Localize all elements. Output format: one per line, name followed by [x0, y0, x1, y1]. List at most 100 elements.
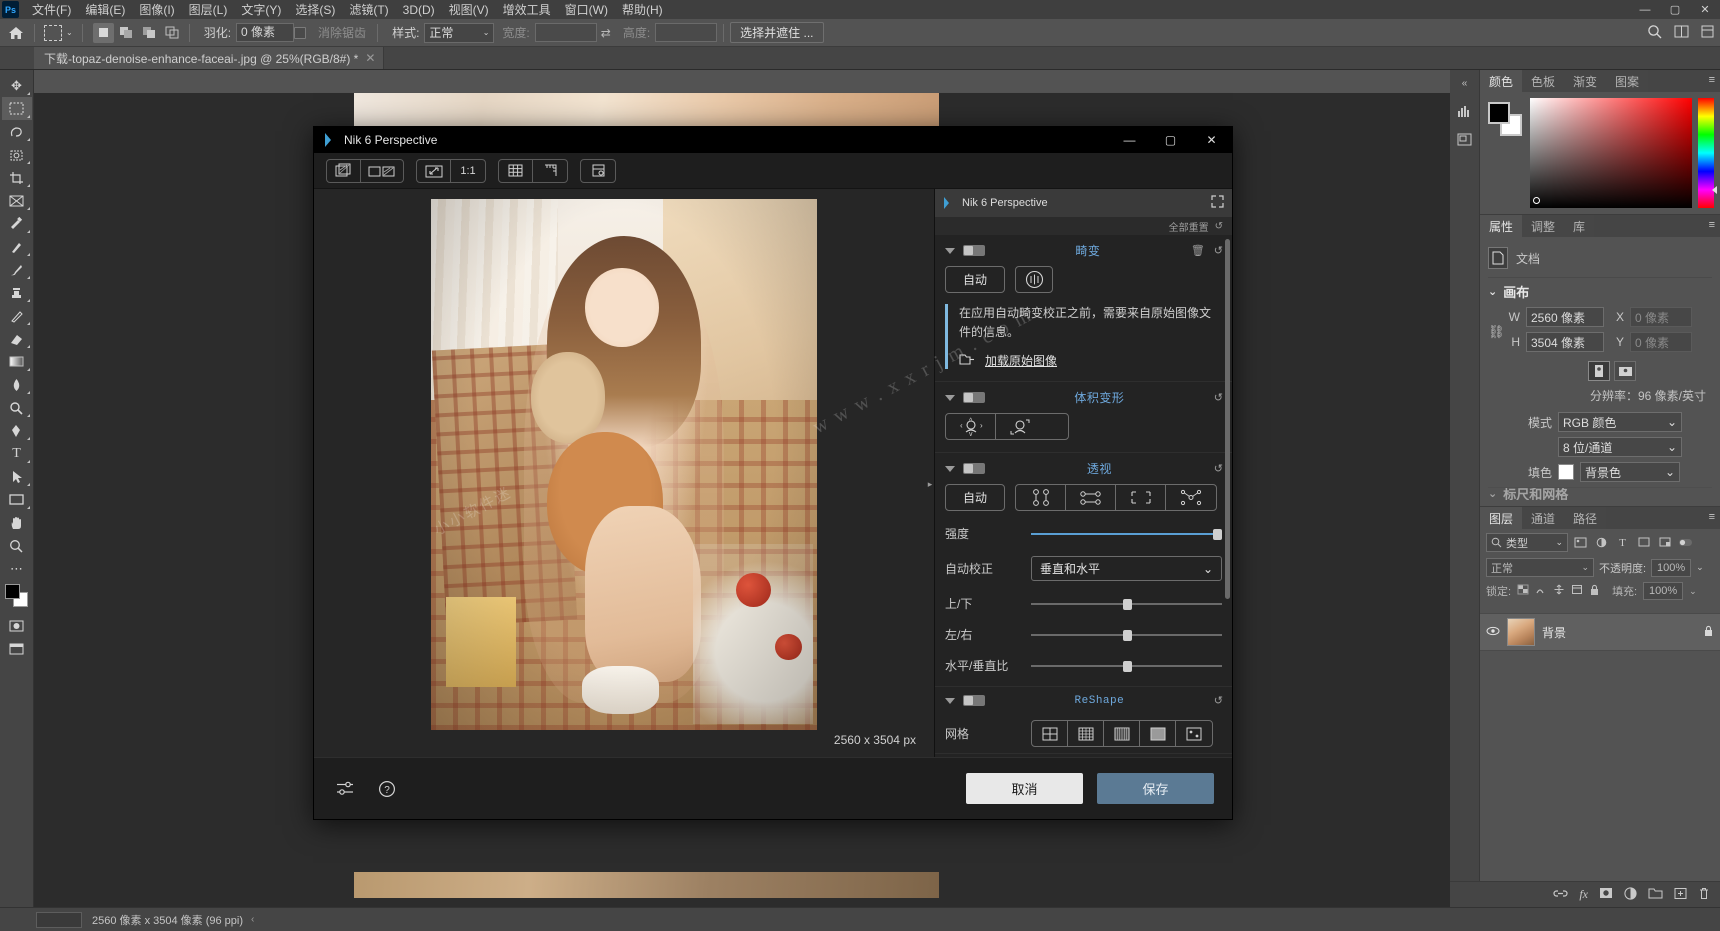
sliders-icon[interactable]: [332, 777, 358, 801]
color-field-marker[interactable]: [1533, 197, 1540, 204]
reset-icon[interactable]: ↺: [1214, 244, 1223, 257]
foreground-background-colors[interactable]: [4, 584, 30, 608]
minimize-button[interactable]: —: [1630, 0, 1660, 19]
tool-brush-tool[interactable]: [2, 258, 32, 281]
new-selection-button[interactable]: [92, 22, 114, 43]
canvas-width-input[interactable]: 2560 像素: [1526, 307, 1604, 327]
lock-artboard-icon[interactable]: [1571, 584, 1583, 598]
lock-all-icon[interactable]: [1589, 584, 1600, 599]
menu-layer[interactable]: 图层(L): [182, 0, 235, 20]
menu-view[interactable]: 视图(V): [442, 0, 496, 20]
leftright-slider[interactable]: [1031, 629, 1222, 641]
close-icon[interactable]: ✕: [365, 51, 375, 65]
tool-clone-stamp-tool[interactable]: [2, 281, 32, 304]
preview-image[interactable]: [431, 198, 817, 730]
canvas-x-input[interactable]: 0 像素: [1630, 307, 1692, 327]
tool-zoom-tool[interactable]: [2, 534, 32, 557]
foreground-color-swatch[interactable]: [4, 584, 20, 599]
new-layer-icon[interactable]: [1674, 887, 1687, 903]
split-view-icon[interactable]: [361, 160, 403, 182]
tool-hand-tool[interactable]: [2, 511, 32, 534]
tab-properties[interactable]: 属性: [1480, 215, 1523, 237]
strength-slider[interactable]: [1031, 528, 1222, 540]
workspace-switcher-icon[interactable]: [1701, 25, 1714, 41]
tool-pen-tool[interactable]: [2, 419, 32, 442]
reset-all-icon[interactable]: ↺: [1215, 221, 1223, 232]
style-select[interactable]: 正常 ⌄: [424, 22, 495, 43]
antialias-checkbox[interactable]: [294, 26, 307, 39]
menu-help[interactable]: 帮助(H): [615, 0, 670, 20]
delete-layer-icon[interactable]: [1698, 887, 1710, 903]
tool-rectangle-tool[interactable]: [2, 488, 32, 511]
zoom-1-to-1-button[interactable]: 1:1: [451, 160, 485, 182]
tool-quick-mask[interactable]: [2, 614, 32, 637]
chevron-down-icon[interactable]: [945, 394, 955, 401]
section-distortion-toggle[interactable]: [963, 245, 985, 256]
tab-channels[interactable]: 通道: [1522, 507, 1565, 529]
nik-dialog-titlebar[interactable]: Nik 6 Perspective — ▢ ✕: [314, 127, 1232, 153]
link-layers-icon[interactable]: [1553, 887, 1568, 903]
tool-rectangular-marquee-tool[interactable]: [1, 97, 32, 120]
grid-solid-icon[interactable]: [1140, 721, 1176, 747]
search-icon[interactable]: [1647, 24, 1662, 42]
help-icon[interactable]: ?: [374, 777, 400, 801]
slider-handle[interactable]: [1122, 598, 1132, 610]
tab-patterns[interactable]: 图案: [1606, 70, 1649, 92]
menu-window[interactable]: 窗口(W): [558, 0, 615, 20]
horizontal-lines-icon[interactable]: [1066, 485, 1116, 511]
expand-icon[interactable]: [1211, 195, 1224, 211]
save-button[interactable]: 保存: [1097, 773, 1214, 804]
tool-path-selection-tool[interactable]: [2, 465, 32, 488]
reset-icon[interactable]: ↺: [1214, 462, 1223, 475]
chevron-down-icon[interactable]: ⌄: [66, 28, 73, 37]
table-row[interactable]: 背景: [1480, 613, 1720, 651]
tool-type-tool[interactable]: T: [2, 442, 32, 465]
status-expand-icon[interactable]: ‹: [251, 914, 254, 925]
menu-3d[interactable]: 3D(D): [396, 1, 442, 19]
shape-filter-icon[interactable]: [1635, 534, 1652, 551]
hue-slider-marker[interactable]: [1712, 186, 1717, 194]
menu-filter[interactable]: 滤镜(T): [342, 0, 395, 20]
nik-close-button[interactable]: ✕: [1191, 127, 1232, 153]
lock-icon[interactable]: [1703, 625, 1714, 640]
tab-paths[interactable]: 路径: [1564, 507, 1607, 529]
pixel-filter-icon[interactable]: [1572, 534, 1589, 551]
menu-file[interactable]: 文件(F): [25, 0, 78, 20]
rulers-section-title[interactable]: ⌄ 标尺和网格: [1488, 487, 1712, 500]
navigator-icon[interactable]: [1454, 129, 1476, 149]
menu-select[interactable]: 选择(S): [288, 0, 342, 20]
tool-frame-tool[interactable]: [2, 189, 32, 212]
vertical-lines-icon[interactable]: [1016, 485, 1066, 511]
four-points-icon[interactable]: [1166, 485, 1216, 510]
tool-spot-healing-brush-tool[interactable]: [2, 235, 32, 258]
nik-preview-area[interactable]: 2560 x 3504 px ▸: [314, 189, 934, 757]
active-tool-picker[interactable]: ⌄: [41, 24, 76, 41]
tool-history-brush-tool[interactable]: [2, 304, 32, 327]
arrange-documents-icon[interactable]: [1674, 25, 1689, 41]
section-distortion-header[interactable]: 畸变 🗑 ↺: [935, 235, 1232, 266]
tab-swatches[interactable]: 色板: [1522, 70, 1565, 92]
distortion-auto-button[interactable]: 自动: [945, 266, 1005, 293]
tool-gradient-tool[interactable]: [2, 350, 32, 373]
type-filter-icon[interactable]: T: [1614, 534, 1631, 551]
eye-icon[interactable]: [1486, 626, 1500, 639]
lock-position-icon[interactable]: [1553, 584, 1565, 598]
tab-color[interactable]: 颜色: [1480, 70, 1523, 92]
chevron-down-icon[interactable]: ⌄: [1689, 586, 1697, 597]
tool-blur-tool[interactable]: [2, 373, 32, 396]
tool-eraser-tool[interactable]: [2, 327, 32, 350]
close-button[interactable]: ✕: [1690, 0, 1720, 19]
new-group-icon[interactable]: [1648, 887, 1663, 902]
collapse-panels-icon[interactable]: «: [1462, 78, 1468, 89]
layer-style-icon[interactable]: fx: [1579, 887, 1588, 902]
zoom-level-input[interactable]: [36, 911, 82, 928]
tool-eyedropper-tool[interactable]: [2, 212, 32, 235]
grid-custom-icon[interactable]: [1176, 721, 1212, 746]
tab-adjustments[interactable]: 调整: [1522, 215, 1565, 237]
tool-move-tool[interactable]: ✥: [2, 74, 32, 97]
canvas-height-input[interactable]: 3504 像素: [1526, 332, 1604, 352]
tab-libraries[interactable]: 库: [1564, 215, 1595, 237]
add-to-selection-button[interactable]: [116, 23, 137, 43]
filter-toggle-icon[interactable]: [1677, 534, 1694, 551]
layer-mask-icon[interactable]: [1599, 887, 1613, 902]
